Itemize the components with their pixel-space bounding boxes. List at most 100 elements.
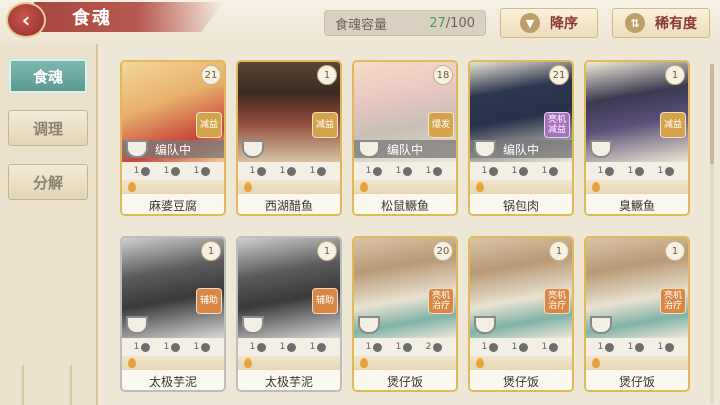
role-badge: 亮机 减益 — [544, 112, 570, 138]
sort-by-button[interactable]: ⇅ 稀有度 — [612, 8, 710, 38]
food-soul-card[interactable]: 1 辅助 1 1 1 太极芋泥 — [236, 236, 342, 392]
capacity-display: 食魂容量 27 /100 — [324, 10, 486, 36]
stat-value: 1 — [395, 166, 402, 176]
stat-icon — [635, 166, 645, 176]
stat-icon — [141, 342, 151, 352]
stat-value: 1 — [511, 342, 518, 352]
level-badge: 1 — [201, 241, 221, 261]
stat-icon — [433, 342, 443, 352]
stat-icon — [171, 166, 181, 176]
card-name: 西湖醋鱼 — [238, 194, 340, 214]
role-badge: 亮机 治疗 — [428, 288, 454, 314]
sort-by-label: 稀有度 — [655, 16, 697, 32]
tab-decompose[interactable]: 分解 — [8, 164, 88, 200]
bowl-icon — [242, 316, 264, 334]
stat-icon — [287, 342, 297, 352]
card-name: 锅包肉 — [470, 194, 572, 214]
stat-value: 1 — [627, 342, 634, 352]
stat-value: 1 — [511, 166, 518, 176]
food-soul-card[interactable]: 1 辅助 1 1 1 太极芋泥 — [120, 236, 226, 392]
rarity-row — [470, 356, 572, 370]
capacity-label: 食魂容量 — [335, 17, 388, 33]
bowl-icon — [242, 140, 264, 158]
role-badge: 减益 — [196, 112, 222, 138]
tab-conditioning[interactable]: 调理 — [8, 110, 88, 146]
rarity-row — [470, 180, 572, 194]
stat-icon — [519, 342, 529, 352]
role-badge: 减益 — [660, 112, 686, 138]
capacity-max: /100 — [445, 15, 475, 31]
level-badge: 1 — [665, 65, 685, 85]
food-soul-card[interactable]: 18 爆发 编队中 1 1 1 松鼠鳜鱼 — [352, 60, 458, 216]
bowl-icon — [358, 316, 380, 334]
stat-value: 1 — [541, 166, 548, 176]
chevron-left-icon: ‹ — [21, 8, 31, 32]
page-title: 食魂 — [72, 8, 112, 29]
stat-icon — [605, 166, 615, 176]
bowl-icon — [126, 316, 148, 334]
food-soul-card[interactable]: 21 亮机 减益 编队中 1 1 1 锅包肉 — [468, 60, 574, 216]
stat-icon — [489, 166, 499, 176]
stat-value: 1 — [163, 342, 170, 352]
level-badge: 18 — [433, 65, 453, 85]
tab-label: 食魂 — [32, 67, 63, 86]
stat-row: 1 1 1 — [470, 338, 572, 356]
stat-value: 1 — [481, 166, 488, 176]
level-badge: 1 — [665, 241, 685, 261]
level-badge: 1 — [549, 241, 569, 261]
rarity-row — [586, 356, 688, 370]
card-name: 太极芋泥 — [122, 370, 224, 390]
tab-label: 调理 — [32, 119, 63, 138]
stat-value: 1 — [163, 166, 170, 176]
back-button[interactable]: ‹ — [6, 2, 46, 38]
stat-value: 1 — [657, 342, 664, 352]
stat-icon — [257, 166, 267, 176]
stat-icon — [141, 166, 151, 176]
stat-icon — [489, 342, 499, 352]
stat-value: 1 — [365, 166, 372, 176]
level-badge: 1 — [317, 241, 337, 261]
stat-icon — [403, 342, 413, 352]
stat-icon — [635, 342, 645, 352]
stat-row: 1 1 1 — [586, 338, 688, 356]
bowl-icon — [590, 316, 612, 334]
stat-icon — [373, 342, 383, 352]
food-soul-card[interactable]: 1 减益 1 1 1 臭鳜鱼 — [584, 60, 690, 216]
stat-row: 1 1 1 — [238, 338, 340, 356]
stat-value: 1 — [395, 342, 402, 352]
scrollbar-thumb[interactable] — [710, 64, 714, 164]
flame-icon — [244, 182, 252, 192]
stat-value: 1 — [249, 342, 256, 352]
stat-value: 1 — [279, 166, 286, 176]
stat-row: 1 1 1 — [238, 162, 340, 180]
stat-value: 1 — [597, 342, 604, 352]
stat-icon — [433, 166, 443, 176]
sidebar: 食魂 调理 分解 — [0, 44, 98, 405]
stat-value: 1 — [425, 166, 432, 176]
flame-icon — [128, 182, 136, 192]
food-soul-card[interactable]: 20 亮机 治疗 1 1 2 煲仔饭 — [352, 236, 458, 392]
stat-value: 1 — [133, 342, 140, 352]
level-badge: 20 — [433, 241, 453, 261]
level-badge: 21 — [549, 65, 569, 85]
bowl-icon — [474, 316, 496, 334]
tab-food-soul[interactable]: 食魂 — [8, 58, 88, 94]
food-soul-card[interactable]: 21 减益 编队中 1 1 1 麻婆豆腐 — [120, 60, 226, 216]
scrollbar[interactable] — [710, 64, 714, 404]
bowl-icon — [474, 140, 496, 158]
food-soul-card[interactable]: 1 亮机 治疗 1 1 1 煲仔饭 — [468, 236, 574, 392]
food-soul-card[interactable]: 1 亮机 治疗 1 1 1 煲仔饭 — [584, 236, 690, 392]
bowl-icon — [126, 140, 148, 158]
stat-value: 1 — [249, 166, 256, 176]
stat-icon — [317, 342, 327, 352]
food-soul-card[interactable]: 1 减益 1 1 1 西湖醋鱼 — [236, 60, 342, 216]
sort-order-button[interactable]: ▼ 降序 — [500, 8, 598, 38]
card-name: 麻婆豆腐 — [122, 194, 224, 214]
bowl-icon — [358, 140, 380, 158]
card-name: 煲仔饭 — [586, 370, 688, 390]
stat-icon — [665, 342, 675, 352]
rarity-row — [238, 356, 340, 370]
stat-icon — [317, 166, 327, 176]
flame-icon — [128, 358, 136, 368]
stat-value: 1 — [481, 342, 488, 352]
